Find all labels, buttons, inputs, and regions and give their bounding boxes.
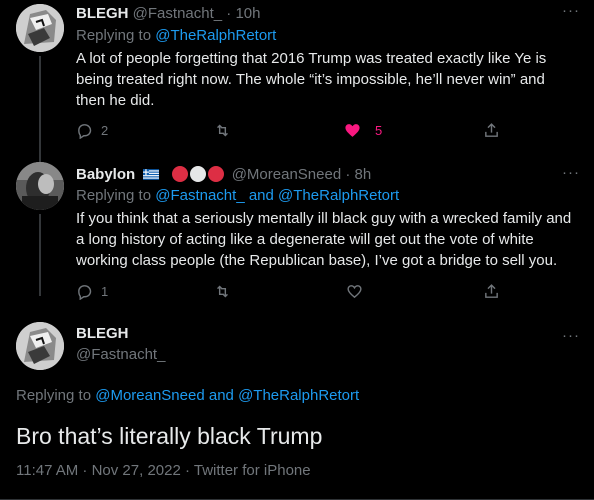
avatar-babylon[interactable] <box>16 162 64 210</box>
avatar-image <box>16 4 64 52</box>
mention-link[interactable]: @TheRalphRetort <box>238 387 359 404</box>
main-tweet-handle[interactable]: @Fastnacht_ <box>76 346 165 363</box>
more-icon[interactable]: ··· <box>562 2 580 19</box>
reply-button[interactable]: 2 <box>76 122 108 139</box>
tweet1-header: BLEGH @Fastnacht_ · 10h <box>76 5 260 22</box>
thread-line <box>39 56 41 162</box>
main-tweet-replying: Replying to @MoreanSneed and @TheRalphRe… <box>16 387 359 404</box>
share-button[interactable] <box>483 122 500 139</box>
tweet2-header: Babylon @MoreanSneed · 8h <box>76 166 371 183</box>
reply-icon <box>78 124 92 139</box>
share-button[interactable] <box>483 283 500 300</box>
tweet2-text: If you think that a seriously mentally i… <box>76 210 572 269</box>
tweet2-replying: Replying to @Fastnacht_ and @TheRalphRet… <box>76 187 399 204</box>
main-tweet-name[interactable]: BLEGH <box>76 325 129 342</box>
replying-label: Replying to <box>76 187 156 204</box>
avatar-blegh[interactable] <box>16 322 64 370</box>
mention-link[interactable]: @TheRalphRetort <box>278 187 399 204</box>
retweet-icon <box>217 124 228 137</box>
share-icon <box>485 284 498 298</box>
replying-label: Replying to <box>76 27 156 44</box>
avatar-image <box>16 162 64 210</box>
tweet2-time[interactable]: · 8h <box>345 166 371 183</box>
tweet1-handle[interactable]: @Fastnacht_ <box>133 5 222 22</box>
heart-icon <box>345 124 360 137</box>
reply-button[interactable]: 1 <box>76 283 108 300</box>
avatar-blegh[interactable] <box>16 4 64 52</box>
tweet2-name[interactable]: Babylon <box>76 166 135 183</box>
reply-count: 1 <box>101 284 109 299</box>
mention-link[interactable]: @MoreanSneed <box>95 387 204 404</box>
tweet1-replying: Replying to @TheRalphRetort <box>76 27 276 44</box>
tweet2-handle[interactable]: @MoreanSneed <box>232 166 341 183</box>
red-circle-icon <box>207 166 224 182</box>
replying-label: Replying to <box>16 387 96 404</box>
red-circle-icon <box>171 166 188 182</box>
share-icon <box>485 123 498 137</box>
white-circle-icon <box>189 166 206 182</box>
reply-count: 2 <box>101 123 109 138</box>
replying-and: and <box>204 387 239 404</box>
retweet-button[interactable] <box>214 283 231 300</box>
tweet1-name[interactable]: BLEGH <box>76 5 129 22</box>
more-icon[interactable]: ··· <box>562 327 580 344</box>
main-tweet-text: Bro that’s literally black Trump <box>16 423 323 449</box>
tweet1-text: A lot of people forgetting that 2016 Tru… <box>76 50 547 109</box>
mention-link[interactable]: @TheRalphRetort <box>155 27 276 44</box>
tweet1-time[interactable]: · 10h <box>226 5 260 22</box>
main-tweet-timestamp[interactable]: 11:47 AM · Nov 27, 2022 · Twitter for iP… <box>16 462 311 479</box>
more-icon[interactable]: ··· <box>562 164 580 181</box>
mention-link[interactable]: @Fastnacht_ <box>155 187 244 204</box>
avatar-image <box>16 322 64 370</box>
replying-and: and <box>244 187 279 204</box>
retweet-icon <box>217 285 228 298</box>
like-button[interactable] <box>346 283 363 300</box>
like-count: 5 <box>375 123 383 138</box>
greek-flag-icon <box>143 169 160 180</box>
like-button[interactable]: 5 <box>344 122 382 139</box>
reply-icon <box>78 285 92 300</box>
retweet-button[interactable] <box>214 122 231 139</box>
thread-line <box>39 214 41 296</box>
heart-icon <box>347 285 362 299</box>
